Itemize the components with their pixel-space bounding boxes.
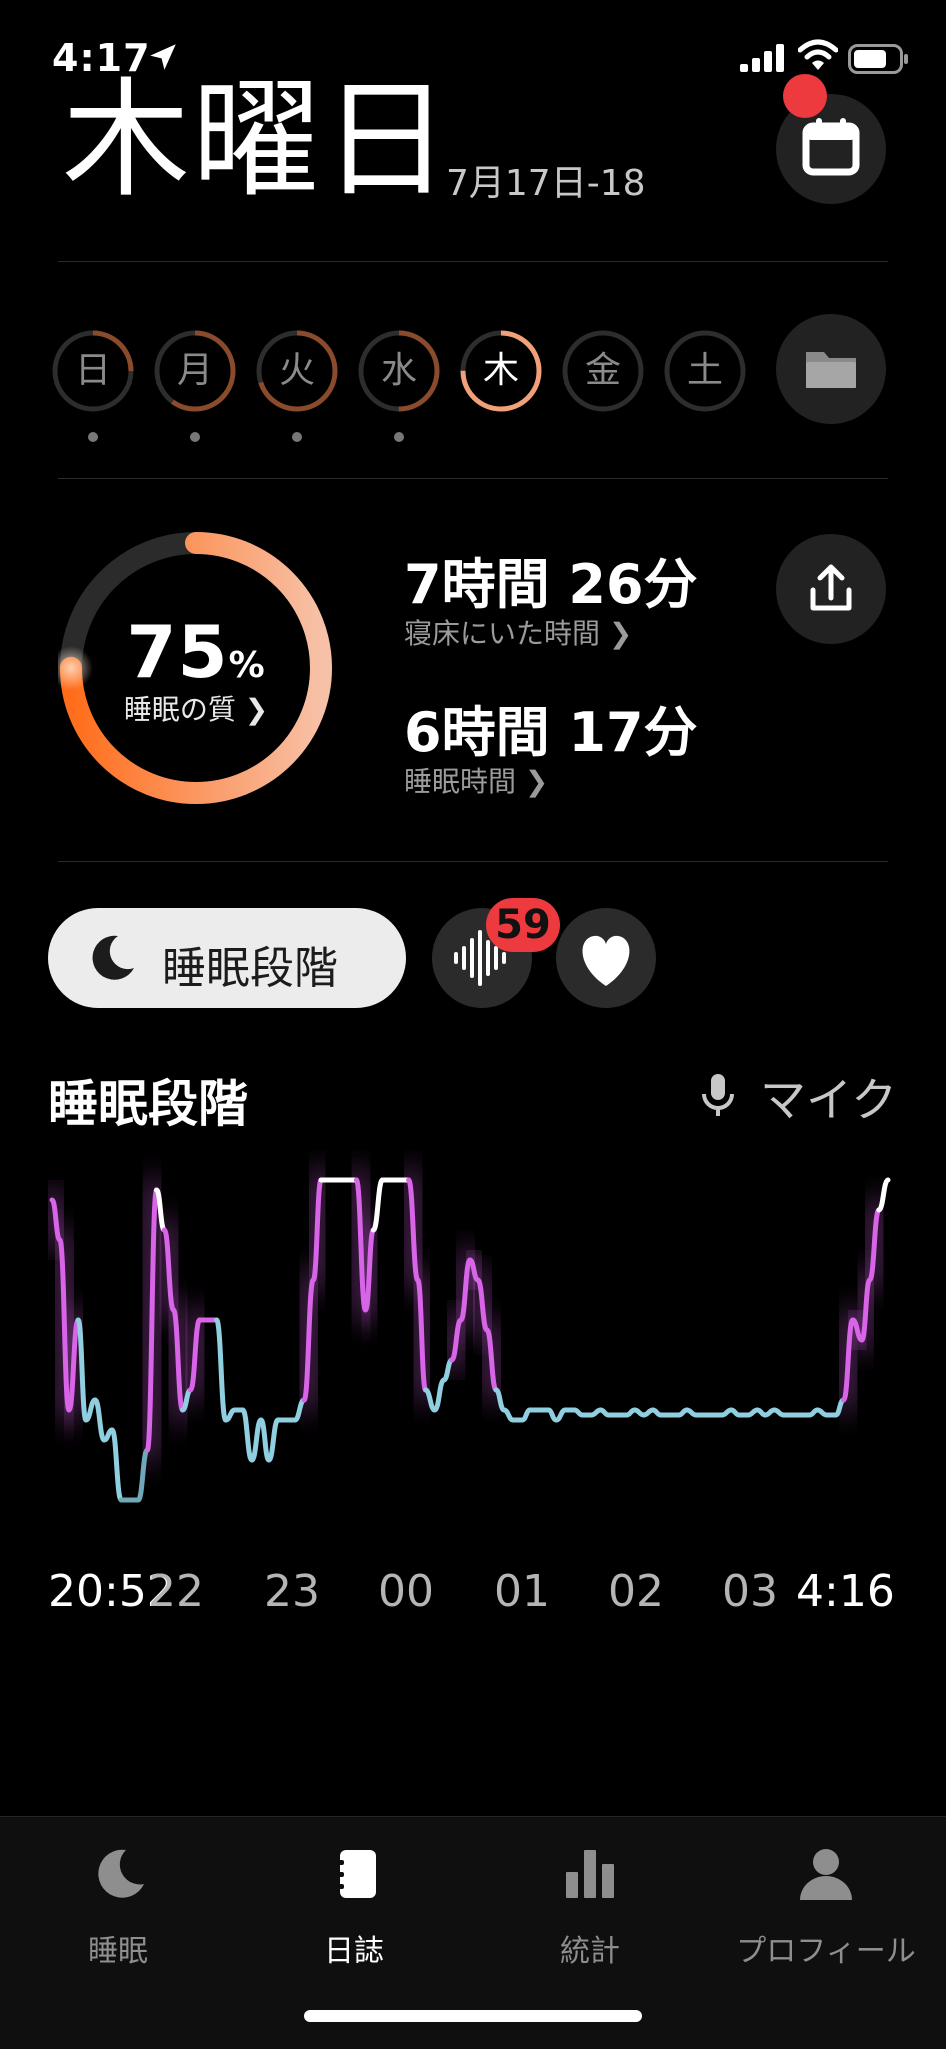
sleep-time-value: 6時間 17分 — [404, 701, 698, 764]
chart-title: 睡眠段階 — [48, 1075, 248, 1133]
stage-line-segment — [258, 1417, 272, 1463]
stage-line-segment — [240, 1407, 255, 1463]
battery-icon — [848, 44, 908, 74]
stage-line-segment — [249, 1417, 264, 1463]
stage-line-segment — [214, 1317, 229, 1423]
day-selector-5[interactable]: 金 — [560, 328, 646, 414]
moon-icon — [98, 1849, 144, 1898]
day-entry-dot — [88, 432, 98, 442]
x-tick-label: 02 — [608, 1566, 664, 1617]
stage-line-segment — [266, 1417, 281, 1463]
nav-item-0[interactable]: 睡眠 — [0, 1844, 236, 1969]
page-title: 木曜日 — [62, 66, 453, 215]
day-label: 土 — [686, 350, 723, 391]
nav-item-1[interactable]: 日誌 — [236, 1844, 472, 1969]
day-entry-dot — [292, 432, 302, 442]
day-entry-dot — [190, 432, 200, 442]
nav-item-3[interactable]: プロフィール — [708, 1844, 944, 1969]
day-label: 金 — [584, 350, 621, 391]
sound-count-badge: 59 — [486, 898, 560, 952]
divider — [58, 861, 888, 862]
sleep-time-link[interactable]: 睡眠時間 ❯ — [404, 760, 548, 800]
x-tick-label: 23 — [264, 1566, 320, 1617]
day-selector-4[interactable]: 木 — [458, 328, 544, 414]
share-icon — [810, 564, 852, 611]
moon-icon — [92, 935, 134, 980]
folder-icon — [806, 352, 856, 388]
day-label: 月 — [176, 350, 213, 391]
sleep-stages-tab-label: 睡眠段階 — [162, 943, 338, 994]
stats-icon — [566, 1850, 614, 1898]
day-label: 水 — [380, 350, 417, 391]
day-label: 木 — [482, 350, 519, 391]
stage-line-segment — [109, 1427, 124, 1503]
day-label: 火 — [278, 350, 315, 391]
profile-icon — [800, 1849, 852, 1900]
stage-line-segment — [83, 1397, 98, 1423]
day-selector-6[interactable]: 土 — [662, 328, 748, 414]
heart-rate-tab[interactable] — [556, 908, 656, 1008]
x-tick-label: 4:16 — [796, 1566, 895, 1617]
nav-label: 日誌 — [324, 1934, 384, 1969]
share-button[interactable] — [776, 534, 886, 644]
day-label: 日 — [74, 350, 111, 391]
heart-icon — [582, 935, 630, 986]
nav-label: プロフィール — [736, 1934, 916, 1969]
day-selector-0[interactable]: 日 — [50, 328, 136, 414]
journal-icon — [334, 1850, 376, 1898]
day-selector-2[interactable]: 火 — [254, 328, 340, 414]
divider — [58, 261, 888, 262]
notification-dot — [783, 74, 827, 118]
sleep-stages-chart — [39, 1167, 892, 1503]
day-entry-dot — [394, 432, 404, 442]
day-selector-1[interactable]: 月 — [152, 328, 238, 414]
microphone-icon — [702, 1074, 734, 1116]
home-indicator — [304, 2010, 642, 2022]
cellular-signal-icon — [740, 44, 784, 72]
wifi-icon — [798, 39, 838, 70]
archive-button[interactable] — [776, 314, 886, 424]
sleep-quality-value: 75% — [126, 610, 266, 694]
stage-line-segment — [92, 1397, 107, 1443]
divider — [58, 478, 888, 479]
x-tick-label: 00 — [378, 1566, 434, 1617]
time-in-bed-value: 7時間 26分 — [404, 553, 698, 616]
x-tick-label: 01 — [494, 1566, 550, 1617]
nav-label: 統計 — [560, 1934, 620, 1969]
date-range: 7月17日-18 — [446, 163, 646, 204]
x-tick-label: 22 — [148, 1566, 204, 1617]
nav-label: 睡眠 — [88, 1934, 148, 1969]
sleep-quality-link[interactable]: 睡眠の質 ❯ — [58, 688, 334, 728]
recording-source-label: マイク — [760, 1073, 898, 1127]
day-selector-3[interactable]: 水 — [356, 328, 442, 414]
nav-item-2[interactable]: 統計 — [472, 1844, 708, 1969]
x-tick-label: 03 — [722, 1566, 778, 1617]
time-in-bed-link[interactable]: 寝床にいた時間 ❯ — [404, 612, 632, 652]
